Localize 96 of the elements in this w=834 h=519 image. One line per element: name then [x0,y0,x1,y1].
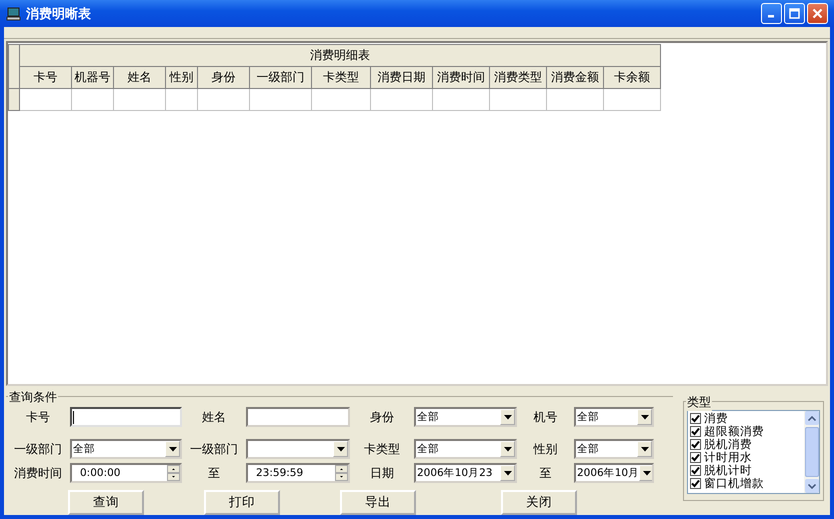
table-cell [114,88,166,110]
dropdown-value: 全部 [72,442,96,456]
field-label: 卡类型 [363,440,401,458]
spin-arrows-icon[interactable] [167,465,180,481]
action-button[interactable]: 关闭 [501,490,577,515]
checkbox[interactable] [690,452,701,463]
type-item[interactable]: 超限额消费 [688,425,804,438]
type-item[interactable]: 窗口机增款 [688,477,804,490]
dropdown-field[interactable]: 全部 [574,407,654,427]
column-header[interactable]: 消费时间 [432,66,490,88]
time-value: 23:59:59 [255,467,304,479]
spin-arrows-icon[interactable] [335,465,348,481]
checkbox[interactable] [690,478,701,489]
table-cell [370,88,432,110]
dropdown-value: 2006年10月23 [416,466,494,480]
column-header[interactable]: 身份 [198,66,250,88]
field-label: 机号 [532,408,558,426]
type-item[interactable]: 消费 [688,412,804,425]
column-header[interactable]: 卡号 [20,66,72,88]
table-cell [20,88,72,110]
close-icon [812,8,823,19]
table-cell [432,88,490,110]
field-label: 身份 [369,408,395,426]
column-header[interactable]: 机器号 [72,66,114,88]
column-header[interactable]: 性别 [166,66,198,88]
type-label: 计时用水 [704,451,752,464]
table-cell [250,88,312,110]
dropdown-field[interactable]: 全部 [414,439,517,459]
table-title: 消费明细表 [20,44,660,66]
type-item[interactable]: 计时用水 [688,451,804,464]
checkbox[interactable] [690,439,701,450]
table-cell [546,88,604,110]
column-header[interactable]: 消费日期 [370,66,432,88]
type-label: 消费 [704,412,728,425]
group-title: 类型 [686,394,712,411]
type-label: 脱机消费 [704,438,752,451]
checkbox[interactable] [690,413,701,424]
action-button[interactable]: 查询 [68,490,144,515]
dropdown-field[interactable]: 全部 [70,439,182,459]
type-item[interactable]: 脱机消费 [688,438,804,451]
scrollbar[interactable] [804,411,819,493]
computer-icon [6,6,22,22]
checkbox[interactable] [690,426,701,437]
dropdown-field[interactable]: 全部 [574,439,654,459]
field-label: 消费时间 [13,464,63,482]
text-cursor [73,410,74,424]
field-label: 卡号 [25,408,51,426]
action-button[interactable]: 导出 [340,490,416,515]
table-cell [312,88,370,110]
field-label: 日期 [369,464,395,482]
field-label: 一级部门 [189,440,239,458]
dropdown-value: 全部 [576,410,600,424]
action-button[interactable]: 打印 [204,490,280,515]
time-spin-field[interactable]: 0:00:00 [70,463,182,483]
window-title: 消费明晰表 [26,6,91,22]
group-title: 查询条件 [8,389,58,406]
time-value: 0:00:00 [79,467,122,479]
checkbox[interactable] [690,465,701,476]
column-header[interactable]: 消费金额 [546,66,604,88]
type-label: 脱机计时 [704,464,752,477]
minimize-button[interactable] [761,3,782,24]
close-button[interactable] [807,3,828,24]
table-cell [604,88,660,110]
table-cell [166,88,198,110]
field-label: 至 [538,464,552,482]
field-label: 性别 [532,440,558,458]
field-label: 一级部门 [13,440,63,458]
table-cell [72,88,114,110]
scrollbar-thumb[interactable] [804,427,818,477]
scroll-down-icon[interactable] [804,479,818,493]
scroll-up-icon[interactable] [804,411,818,425]
column-header[interactable]: 姓名 [114,66,166,88]
type-label: 窗口机增款 [704,477,764,490]
dropdown-value: 全部 [416,410,440,424]
type-item[interactable]: 脱机计时 [688,464,804,477]
maximize-button[interactable] [784,3,805,24]
column-header[interactable]: 一级部门 [250,66,312,88]
dropdown-field[interactable]: 2006年10月 [574,463,654,483]
column-header[interactable]: 卡类型 [312,66,370,88]
dropdown-value: 全部 [416,442,440,456]
dropdown-field[interactable]: 2006年10月23 [414,463,517,483]
maximize-icon [789,8,800,19]
dropdown-value: 2006年10月 [576,466,640,480]
column-header[interactable]: 消费类型 [490,66,546,88]
field-label: 姓名 [201,408,227,426]
text-field[interactable] [246,407,350,427]
dropdown-field[interactable] [246,439,350,459]
time-spin-field[interactable]: 23:59:59 [246,463,350,483]
column-header[interactable]: 卡余额 [604,66,660,88]
field-label: 至 [207,464,221,482]
table-cell [490,88,546,110]
table-cell [198,88,250,110]
dropdown-value: 全部 [576,442,600,456]
text-field[interactable] [70,407,182,427]
dropdown-field[interactable]: 全部 [414,407,517,427]
type-label: 超限额消费 [704,425,764,438]
